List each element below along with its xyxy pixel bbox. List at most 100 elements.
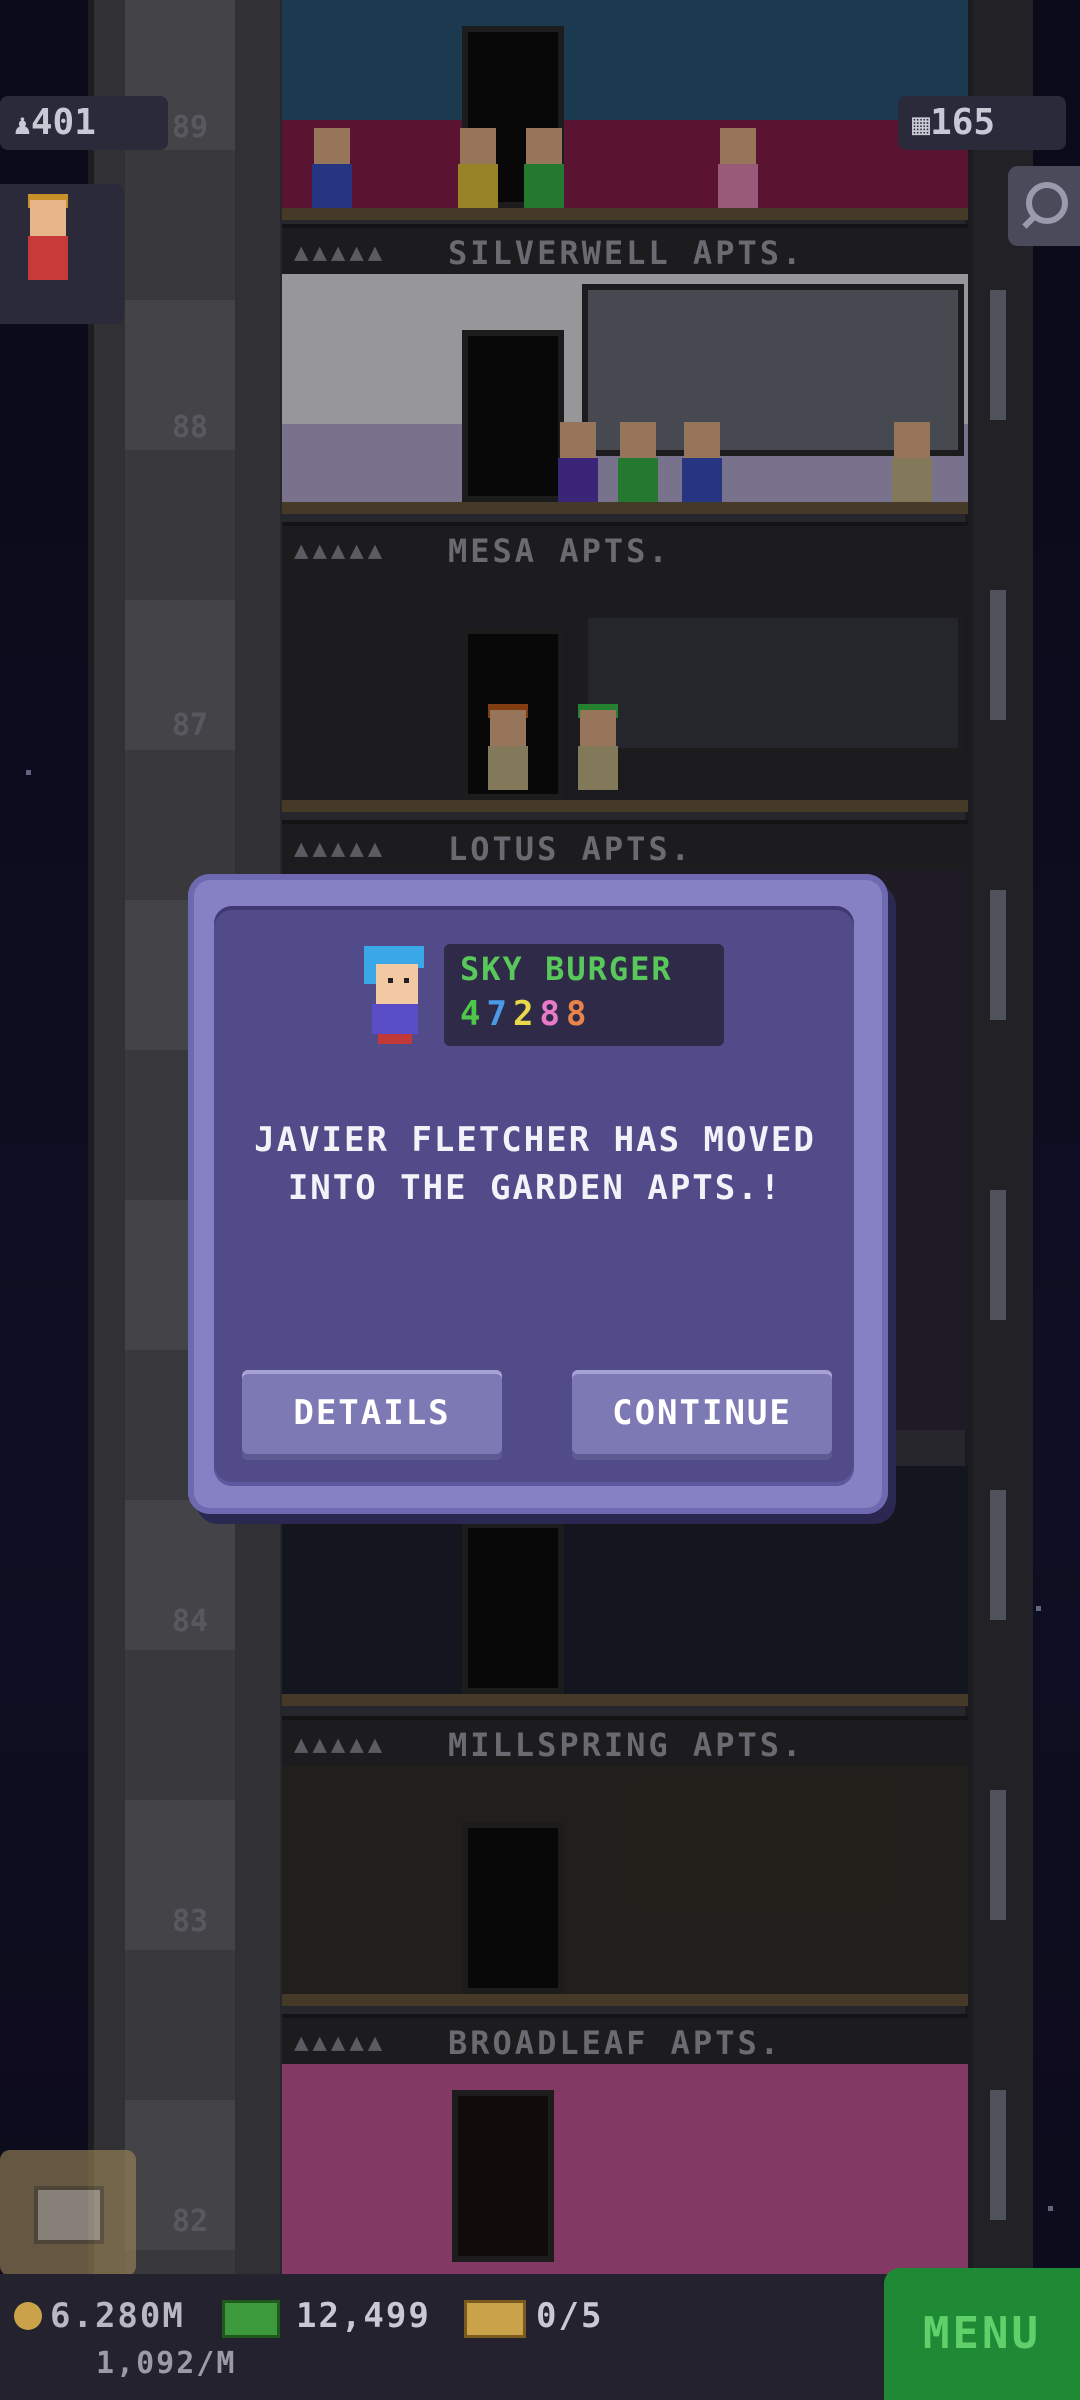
tenant-body [458,164,498,208]
floor-millspring[interactable] [282,1766,968,2006]
tower-window [990,1490,1006,1620]
tenant[interactable] [886,422,938,502]
rating-dots: ▲▲▲▲▲ [294,1730,387,1758]
avatar-legs [378,1034,412,1044]
floor-name: SILVERWELL APTS. [448,234,805,272]
floor-label: ▲▲▲▲▲ MESA APTS. [282,522,968,572]
floor-wall [282,0,968,220]
tenant-head [580,710,616,746]
floor-door [462,1522,564,1694]
floor-broadleaf[interactable] [282,2064,968,2274]
ticket-icon [464,2300,526,2338]
continue-button[interactable]: CONTINUE [572,1370,832,1460]
tower-window [990,1790,1006,1920]
tenant-head [894,422,930,458]
star [26,770,31,775]
skill-digit: 8 [565,994,593,1034]
tenant[interactable] [612,422,664,502]
floor-silverwell[interactable] [282,0,968,220]
dialog-message: JAVIER FLETCHER HAS MOVED INTO THE GARDE… [254,1120,816,1208]
menu-button[interactable]: MENU [884,2268,1080,2400]
tickets-value[interactable]: 0/5 [536,2296,603,2336]
tenant[interactable] [676,422,728,502]
rating-dots: ▲▲▲▲▲ [294,2028,387,2056]
population-value: 401 [30,102,96,143]
avatar-shirt [372,1004,418,1034]
floors-value: 165 [930,102,996,143]
tower-window [990,590,1006,720]
floor-boards [282,1994,968,2006]
avatar-face [376,964,418,1004]
tower-window [990,890,1006,1020]
visitor-body [28,236,68,280]
floor-name: LOTUS APTS. [448,830,693,868]
floor-number: 84 [171,1604,209,1639]
details-button[interactable]: DETAILS [242,1370,502,1460]
coin-icon [14,2302,42,2330]
population-counter: ♟401 [0,96,168,150]
tenant[interactable] [452,128,504,208]
tenant-head [620,422,656,458]
tenant[interactable] [482,704,534,790]
bux-value[interactable]: 12,499 [296,2296,431,2336]
tenant[interactable] [572,704,624,790]
bux-icon [222,2300,280,2338]
tenant-head [314,128,350,164]
tenant-body [578,746,618,790]
coins-rate: 1,092/M [96,2346,237,2381]
tenant[interactable] [518,128,570,208]
tenant-head [460,128,496,164]
floor-boards [282,208,968,220]
tenant-body [618,458,658,502]
floor-door [452,2090,554,2262]
tenant-head [560,422,596,458]
tenant-body [312,164,352,208]
floor-label: ▲▲▲▲▲ BROADLEAF APTS. [282,2014,968,2064]
floor-number: 87 [171,708,209,743]
visitor-head [30,200,66,236]
floor-wall [282,2064,968,2274]
rating-dots: ▲▲▲▲▲ [294,536,387,564]
tenant[interactable] [712,128,764,208]
building-icon: ▦ [912,107,931,142]
skill-digit: 7 [486,994,513,1034]
avatar-eye [404,978,409,983]
rating-dots: ▲▲▲▲▲ [294,238,387,266]
floor-boards [282,800,968,812]
person-icon: ♟ [14,108,31,141]
tenant-body [488,746,528,790]
tenant-head [684,422,720,458]
inventory-button[interactable] [0,2150,136,2276]
floor-boards [282,502,968,514]
floor-window [582,612,964,754]
floor-number: 82 [171,2204,209,2239]
tenant-head [526,128,562,164]
tenant[interactable] [306,128,358,208]
tower-window [990,1190,1006,1320]
job-name: SKY BURGER [460,950,673,988]
visitor-avatar [22,194,74,280]
floors-counter: ▦165 [898,96,1066,150]
floor-name: BROADLEAF APTS. [448,2024,782,2062]
tenant-body [682,458,722,502]
tower-window [990,2090,1006,2220]
floor-label: ▲▲▲▲▲ SILVERWELL APTS. [282,224,968,274]
floor-name: MILLSPRING APTS. [448,1726,805,1764]
crate-icon [34,2186,104,2244]
floor-label: ▲▲▲▲▲ LOTUS APTS. [282,820,968,870]
rating-dots: ▲▲▲▲▲ [294,834,387,862]
floor-lotus[interactable] [282,572,968,812]
tenant-body [524,164,564,208]
floor-number: 83 [171,1904,209,1939]
tenant[interactable] [552,422,604,502]
tenant-body [718,164,758,208]
game-scene: 89 88 87 84 83 82 ▲▲▲▲▲ SILVERWELL APTS.… [0,0,1080,2400]
avatar-eye [388,978,393,983]
search-button[interactable] [1008,166,1080,246]
floor-number: 88 [171,410,209,445]
skill-digits: 47288 [460,994,592,1034]
floor-mesa[interactable] [282,274,968,514]
floor-door [462,330,564,502]
visitor-portrait[interactable] [0,184,124,324]
resident-avatar [364,946,424,1044]
